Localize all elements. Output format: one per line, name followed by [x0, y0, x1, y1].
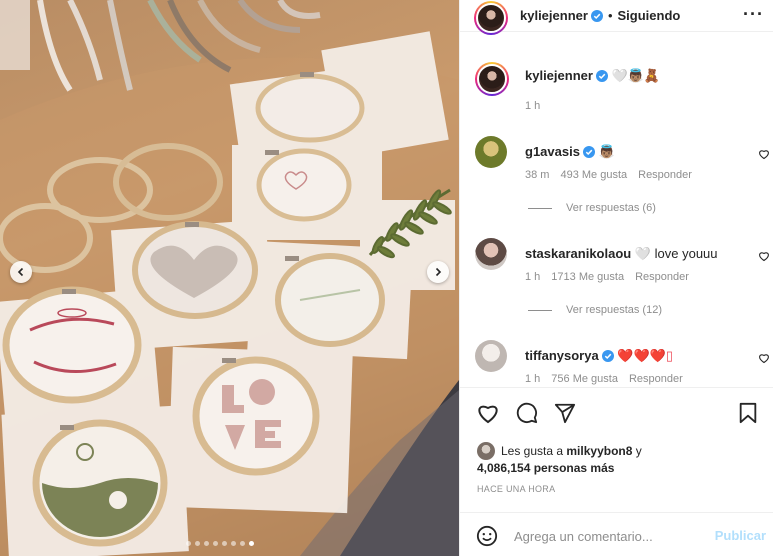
comments-list[interactable]: kyliejenner 🤍👼🏽🧸 1 h g1avasis 👼🏽 38 m 49… [460, 44, 773, 387]
carousel-dot [195, 541, 200, 546]
caption-meta: 1 h [525, 100, 540, 112]
verified-badge-icon [595, 70, 608, 82]
next-image-button[interactable] [427, 261, 449, 283]
view-replies-label: Ver respuestas (12) [566, 304, 662, 316]
previous-image-button[interactable] [10, 261, 32, 283]
liker-avatar[interactable] [477, 442, 495, 460]
header-username[interactable]: kyliejenner [520, 8, 588, 23]
liker-username[interactable]: milkyybon8 [566, 444, 632, 458]
carousel-dot [213, 541, 218, 546]
view-replies-button[interactable]: Ver respuestas (6) [528, 202, 656, 214]
comment-text: g1avasis 👼🏽 [525, 144, 615, 160]
like-comment-heart-icon[interactable] [758, 250, 770, 262]
comment-meta: 38 m 493 Me gusta Responder [525, 169, 692, 181]
likes-count[interactable]: 4,086,154 personas más [477, 461, 614, 475]
comment-time[interactable]: 1 h [525, 373, 540, 385]
verified-badge-icon [582, 146, 595, 158]
header-separator: • [607, 8, 613, 23]
add-comment-bar: Publicar [460, 512, 773, 556]
post-image[interactable] [0, 0, 459, 556]
view-replies-label: Ver respuestas (6) [566, 202, 656, 214]
view-replies-button[interactable]: Ver respuestas (12) [528, 304, 662, 316]
comment-avatar[interactable] [475, 136, 507, 168]
caption-body: 🤍👼🏽🧸 [611, 68, 661, 83]
likes-conj: y [635, 444, 642, 458]
carousel-dot [186, 541, 191, 546]
comment-body: 🤍 love youuu [634, 246, 718, 261]
caption-avatar[interactable] [475, 62, 509, 96]
comment-likes[interactable]: 1713 Me gusta [551, 271, 624, 283]
more-options-icon[interactable]: ··· [743, 4, 764, 25]
carousel-dot [222, 541, 227, 546]
reply-button[interactable]: Responder [635, 271, 689, 283]
comment-likes[interactable]: 756 Me gusta [551, 373, 618, 385]
comment-body: 👼🏽 [598, 144, 615, 159]
publish-button[interactable]: Publicar [715, 528, 766, 543]
reply-button[interactable]: Responder [638, 169, 692, 181]
carousel-dot [249, 541, 254, 546]
comment-time[interactable]: 38 m [525, 169, 549, 181]
verified-badge-icon [601, 350, 614, 362]
comment-avatar[interactable] [475, 238, 507, 270]
carousel-dot [204, 541, 209, 546]
header-avatar[interactable] [474, 0, 508, 35]
comment-username[interactable]: g1avasis [525, 144, 580, 159]
like-heart-icon[interactable] [476, 402, 500, 424]
carousel-dots [186, 541, 254, 546]
carousel-dot [240, 541, 245, 546]
comment-meta: 1 h 1713 Me gusta Responder [525, 271, 689, 283]
post-header: kyliejenner • Siguiendo ··· [460, 0, 773, 35]
verified-badge-icon [590, 9, 603, 22]
chevron-left-icon [17, 267, 24, 277]
comment-time[interactable]: 1 h [525, 271, 540, 283]
embroidery-photo [0, 0, 459, 556]
like-comment-heart-icon[interactable] [758, 352, 770, 364]
likes-summary: Les gusta a milkyybon8 y 4,086,154 perso… [477, 442, 642, 476]
reply-button[interactable]: Responder [629, 373, 683, 385]
comment-avatar[interactable] [475, 340, 507, 372]
comment-input[interactable] [514, 525, 704, 547]
comment-text: tiffanysorya ❤️❤️❤️▯ [525, 348, 673, 364]
comment-likes[interactable]: 493 Me gusta [560, 169, 627, 181]
caption-username[interactable]: kyliejenner [525, 68, 593, 83]
like-comment-heart-icon[interactable] [758, 148, 770, 160]
emoji-smile-icon[interactable] [476, 525, 498, 547]
post-detail-panel: kyliejenner • Siguiendo ··· kyliejenner … [459, 0, 773, 556]
share-send-icon[interactable] [553, 402, 577, 424]
comment-username[interactable]: tiffanysorya [525, 348, 599, 363]
caption-time[interactable]: 1 h [525, 100, 540, 112]
comment-body: ❤️❤️❤️▯ [617, 348, 674, 363]
comment-text: staskaranikolaou 🤍 love youuu [525, 246, 718, 262]
caption-text: kyliejenner 🤍👼🏽🧸 [525, 68, 660, 84]
comment-icon[interactable] [515, 402, 539, 424]
comment-meta: 1 h 756 Me gusta Responder [525, 373, 683, 385]
follow-status-button[interactable]: Siguiendo [618, 8, 681, 23]
carousel-dot [231, 541, 236, 546]
likes-prefix: Les gusta a [501, 444, 564, 458]
chevron-right-icon [435, 267, 442, 277]
post-actions-section: Les gusta a milkyybon8 y 4,086,154 perso… [460, 387, 773, 556]
save-bookmark-icon[interactable] [738, 402, 758, 424]
comment-username[interactable]: staskaranikolaou [525, 246, 631, 261]
post-timestamp[interactable]: HACE UNA HORA [477, 484, 555, 494]
